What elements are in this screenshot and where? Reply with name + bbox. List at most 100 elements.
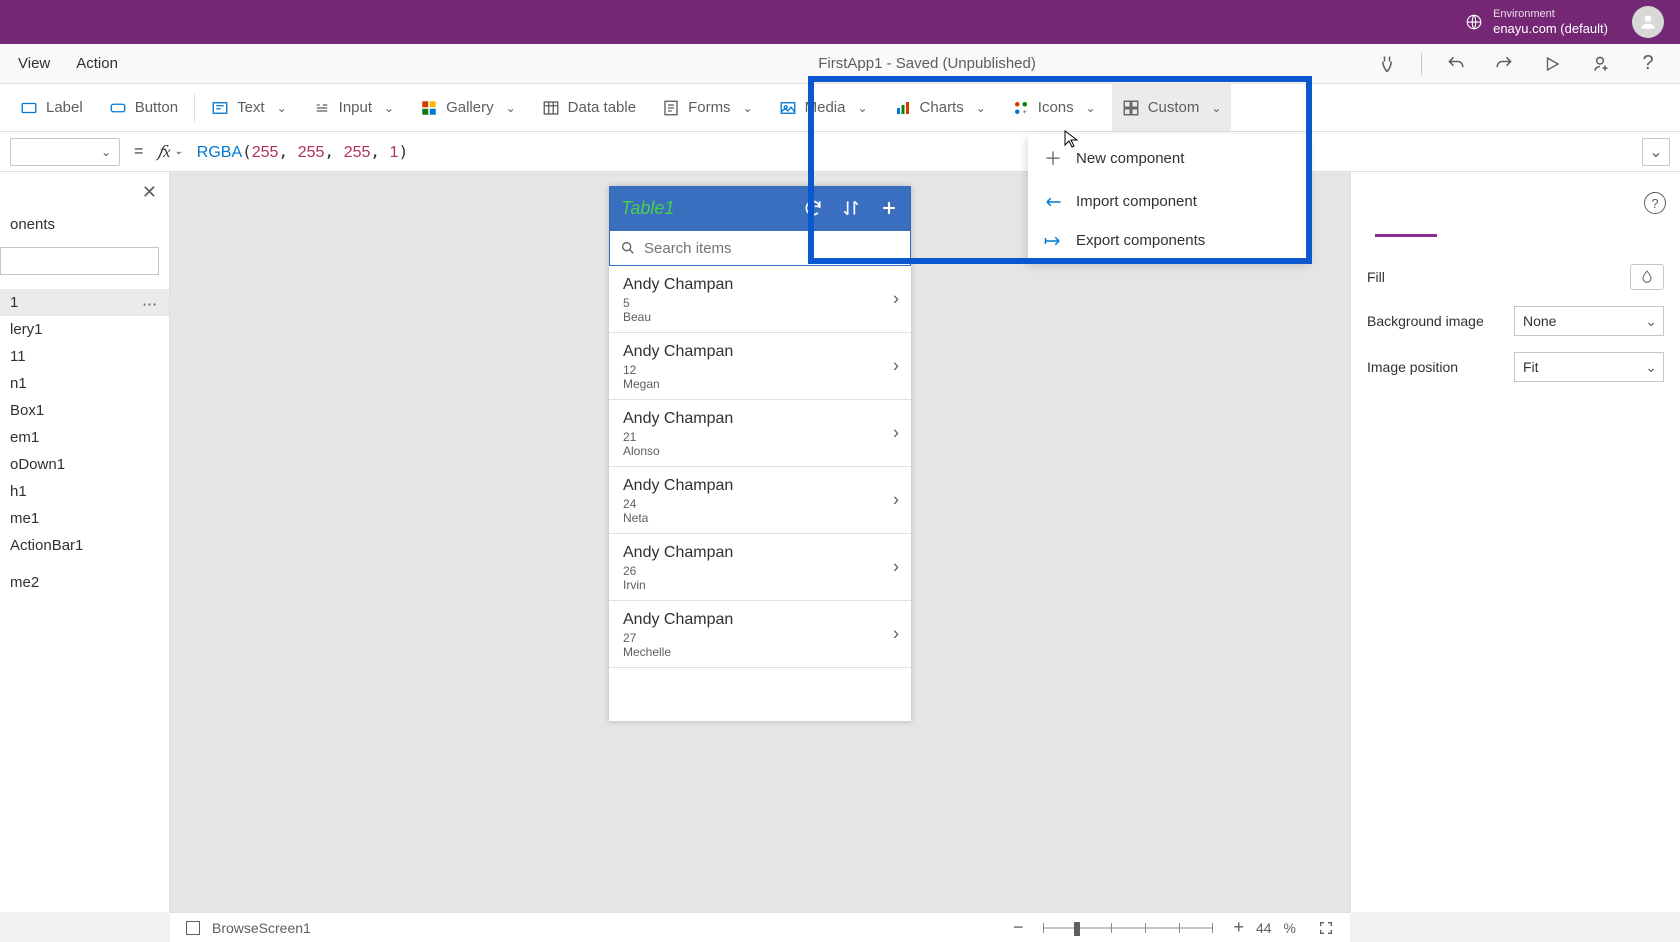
list-item[interactable]: Andy Champan 12 Megan › [609,333,911,400]
ribbon-forms[interactable]: Forms [652,84,763,131]
canvas[interactable]: Table1 Andy Champan 5 Beau › Andy Champa… [170,172,1350,912]
play-icon[interactable] [1538,50,1566,78]
more-icon[interactable]: ⋯ [142,295,159,313]
img-pos-select[interactable]: Fit ⌄ [1514,352,1664,382]
ribbon-data-table[interactable]: Data table [532,84,646,131]
tree-item[interactable]: Box1 [0,397,169,424]
list-item[interactable]: Andy Champan 24 Neta › [609,467,911,534]
item-line2: 24 [623,497,897,511]
formula-input[interactable]: RGBA(255, 255, 255, 1) [197,142,1628,162]
custom-dropdown-menu: ＋ New component Import component Export … [1028,134,1308,260]
ribbon-charts[interactable]: Charts [884,84,996,131]
item-name: Andy Champan [623,477,897,495]
menu-action[interactable]: Action [76,55,118,72]
gallery-list[interactable]: Andy Champan 5 Beau › Andy Champan 12 Me… [609,266,911,721]
chevron-down-icon [1207,99,1221,116]
chevron-down-icon [972,99,986,116]
sort-icon[interactable] [841,198,861,218]
item-line2: 27 [623,631,897,645]
menu-view[interactable]: View [18,55,50,72]
add-icon[interactable] [879,198,899,218]
item-line3: Megan [623,377,897,391]
menu-import-component[interactable]: Import component [1028,182,1308,221]
fx-icon[interactable]: 𝑓x⌄ [157,142,182,162]
tree-item[interactable] [0,596,169,606]
ribbon-input[interactable]: Input [303,84,404,131]
redo-icon[interactable] [1490,50,1518,78]
bg-image-select[interactable]: None ⌄ [1514,306,1664,336]
chevron-down-icon: ⌄ [1645,313,1657,330]
zoom-in-button[interactable]: + [1233,917,1244,938]
chevron-right-icon[interactable]: › [893,356,899,377]
item-line2: 12 [623,363,897,377]
ribbon-icons[interactable]: + Icons [1002,84,1106,131]
phone-header: Table1 [609,186,911,230]
tree-item[interactable]: ActionBar1 [0,532,169,559]
tree-item[interactable]: n1 [0,370,169,397]
tree-item-selected[interactable]: 1 ⋯ [0,289,169,316]
tree-item[interactable]: oDown1 [0,451,169,478]
ribbon-label[interactable]: Label [10,84,93,131]
screen-checkbox[interactable] [186,921,200,935]
import-icon [1044,195,1062,209]
environment-label: Environment [1493,8,1608,21]
item-name: Andy Champan [623,611,897,629]
export-icon [1044,234,1062,248]
chevron-down-icon [502,99,516,116]
ribbon-gallery[interactable]: Gallery [410,84,526,131]
tree-search-input[interactable] [0,247,159,275]
chevron-right-icon[interactable]: › [893,289,899,310]
undo-icon[interactable] [1442,50,1470,78]
info-icon[interactable]: ? [1644,192,1666,214]
ribbon-button[interactable]: Button [99,84,188,131]
tree-item[interactable]: h1 [0,478,169,505]
prop-fill-label: Fill [1367,269,1385,285]
property-select[interactable] [10,138,120,166]
list-item[interactable]: Andy Champan 21 Alonso › [609,400,911,467]
ribbon-media[interactable]: Media [769,84,878,131]
avatar[interactable] [1632,6,1664,38]
list-item[interactable]: Andy Champan 27 Mechelle › [609,601,911,668]
refresh-icon[interactable] [803,198,823,218]
panel-heading: onents [0,210,169,239]
menu-export-components[interactable]: Export components [1028,221,1308,260]
chevron-right-icon[interactable]: › [893,557,899,578]
help-icon[interactable]: ? [1634,50,1662,78]
tree-item[interactable]: me2 [0,569,169,596]
tree-item[interactable]: 11 [0,343,169,370]
prop-img-pos-label: Image position [1367,359,1458,375]
tree-item[interactable]: lery1 [0,316,169,343]
zoom-out-button[interactable]: − [1013,917,1024,938]
health-icon[interactable] [1373,50,1401,78]
tree-item[interactable]: em1 [0,424,169,451]
share-icon[interactable] [1586,50,1614,78]
tree-item[interactable]: me1 [0,505,169,532]
chevron-right-icon[interactable]: › [893,624,899,645]
zoom-slider[interactable] [1043,927,1213,929]
ribbon-text[interactable]: Text [201,84,297,131]
separator [194,94,195,122]
list-item[interactable]: Andy Champan 5 Beau › [609,266,911,333]
chevron-right-icon[interactable]: › [893,490,899,511]
properties-panel: ? Fill Background image None ⌄ Image pos… [1350,172,1680,912]
fill-color-button[interactable] [1630,264,1664,290]
tree-item[interactable] [0,559,169,569]
phone-preview: Table1 Andy Champan 5 Beau › Andy Champa… [609,186,911,721]
chevron-down-icon [739,99,753,116]
chevron-right-icon[interactable]: › [893,423,899,444]
chevron-down-icon [380,99,394,116]
fullscreen-icon[interactable] [1318,920,1334,936]
ribbon-custom[interactable]: Custom [1112,84,1232,131]
item-name: Andy Champan [623,544,897,562]
search-bar[interactable] [609,230,911,266]
item-line2: 5 [623,296,897,310]
close-icon[interactable]: ✕ [142,182,157,203]
formula-expand[interactable]: ⌄ [1642,138,1670,166]
environment-block[interactable]: Environment enayu.com (default) [1465,8,1608,37]
app-status: FirstApp1 - Saved (Unpublished) [818,55,1036,72]
menu-new-component[interactable]: ＋ New component [1028,134,1308,182]
item-line3: Mechelle [623,645,897,659]
insert-ribbon: Label Button Text Input Gallery Data tab… [0,84,1680,132]
search-input[interactable] [644,240,900,257]
list-item[interactable]: Andy Champan 26 Irvin › [609,534,911,601]
